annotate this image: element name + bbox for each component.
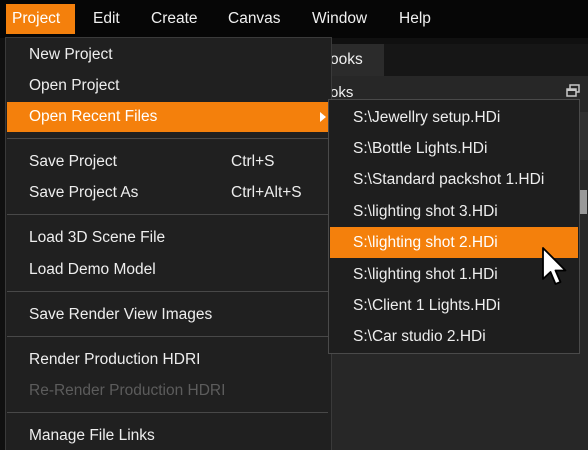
save-render-view-images-label: Save Render View Images <box>29 306 213 323</box>
save-render-view-images-item[interactable]: Save Render View Images <box>7 300 330 330</box>
open-recent-files-label: Open Recent Files <box>29 108 158 125</box>
recent-file-item[interactable]: S:\Standard packshot 1.HDi <box>330 164 578 195</box>
recent-file-item[interactable]: S:\Car studio 2.HDi <box>330 321 578 352</box>
render-production-hdri-item[interactable]: Render Production HDRI <box>7 345 330 375</box>
menu-separator <box>7 336 328 337</box>
save-project-item[interactable]: Save Project Ctrl+S <box>7 147 330 177</box>
open-project-label: Open Project <box>29 77 120 94</box>
load-demo-model-label: Load Demo Model <box>29 261 156 278</box>
menu-help[interactable]: Help <box>393 4 437 34</box>
menu-create[interactable]: Create <box>145 4 204 34</box>
save-project-as-shortcut: Ctrl+Alt+S <box>231 184 302 201</box>
menu-separator <box>7 291 328 292</box>
recent-file-item[interactable]: S:\Bottle Lights.HDi <box>330 133 578 164</box>
save-project-as-item[interactable]: Save Project As Ctrl+Alt+S <box>7 178 330 208</box>
mouse-cursor-icon <box>542 247 567 285</box>
project-menu: New Project Open Project Open Recent Fil… <box>5 37 332 450</box>
recent-file-label: S:\Standard packshot 1.HDi <box>353 171 545 188</box>
open-recent-files-item[interactable]: Open Recent Files <box>7 102 330 132</box>
recent-file-label: S:\lighting shot 1.HDi <box>353 266 498 283</box>
load-3d-scene-file-label: Load 3D Scene File <box>29 229 166 246</box>
new-project-label: New Project <box>29 46 113 63</box>
recent-file-label: S:\Client 1 Lights.HDi <box>353 297 501 314</box>
menu-bar: Project Edit Create Canvas Window Help <box>0 0 588 38</box>
menu-window[interactable]: Window <box>306 4 373 34</box>
render-production-hdri-label: Render Production HDRI <box>29 351 201 368</box>
new-project-item[interactable]: New Project <box>7 40 330 70</box>
menu-edit[interactable]: Edit <box>87 4 126 34</box>
recent-file-label: S:\Bottle Lights.HDi <box>353 140 488 157</box>
menu-separator <box>7 412 328 413</box>
menu-project[interactable]: Project <box>6 4 75 34</box>
open-project-item[interactable]: Open Project <box>7 71 330 101</box>
save-project-label: Save Project <box>29 153 117 170</box>
manage-file-links-item[interactable]: Manage File Links <box>7 421 330 450</box>
background-tab-label: ooks <box>330 51 363 68</box>
recent-file-label: S:\Car studio 2.HDi <box>353 328 486 345</box>
app-window: ooks oks Project Edit Create Canvas Wind… <box>0 0 588 450</box>
manage-file-links-label: Manage File Links <box>29 427 155 444</box>
recent-files-submenu: S:\Jewellry setup.HDi S:\Bottle Lights.H… <box>328 99 580 354</box>
menu-canvas[interactable]: Canvas <box>222 4 287 34</box>
save-project-shortcut: Ctrl+S <box>231 153 275 170</box>
recent-file-item[interactable]: S:\lighting shot 3.HDi <box>330 196 578 227</box>
re-render-production-hdri-item: Re-Render Production HDRI <box>7 376 330 406</box>
recent-file-label: S:\lighting shot 3.HDi <box>353 203 498 220</box>
float-window-icon[interactable] <box>566 84 580 98</box>
menu-separator <box>7 214 328 215</box>
recent-file-label: S:\Jewellry setup.HDi <box>353 109 501 126</box>
load-3d-scene-file-item[interactable]: Load 3D Scene File <box>7 223 330 253</box>
save-project-as-label: Save Project As <box>29 184 139 201</box>
menu-separator <box>7 138 328 139</box>
submenu-arrow-icon <box>320 112 326 122</box>
recent-file-label: S:\lighting shot 2.HDi <box>353 234 498 251</box>
re-render-production-hdri-label: Re-Render Production HDRI <box>29 382 226 399</box>
tab-bar-empty-area <box>384 44 588 76</box>
recent-file-item[interactable]: S:\Jewellry setup.HDi <box>330 102 578 133</box>
recent-file-item[interactable]: S:\Client 1 Lights.HDi <box>330 290 578 321</box>
load-demo-model-item[interactable]: Load Demo Model <box>7 255 330 285</box>
